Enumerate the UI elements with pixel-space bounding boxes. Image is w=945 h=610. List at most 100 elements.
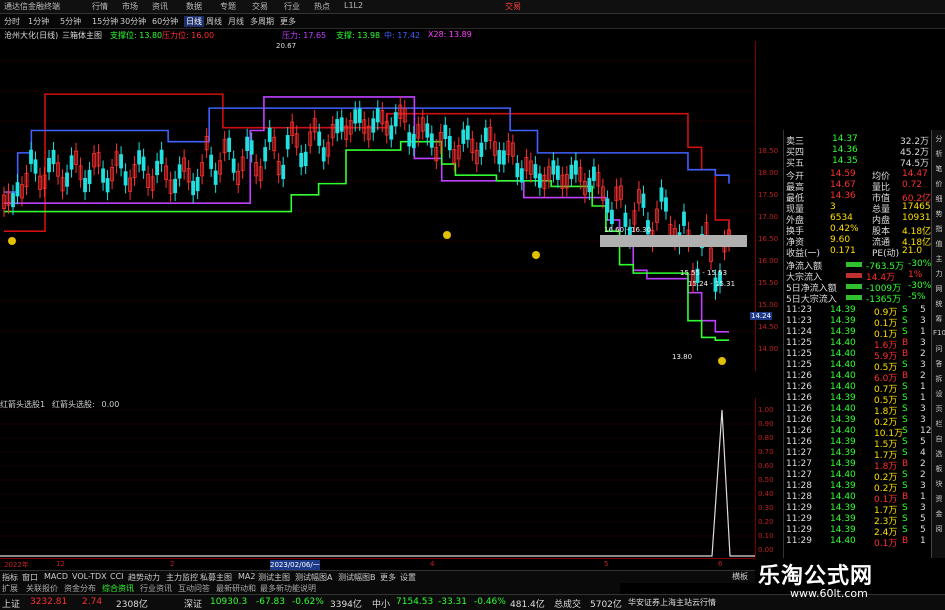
period-tab-7[interactable]: 周线 [206,16,222,27]
period-tab-3[interactable]: 15分钟 [92,16,118,27]
tick-time: 11:24 [786,327,812,337]
candle-body [659,187,664,202]
side-tool-icon[interactable]: 块 [933,479,945,491]
ext-tab[interactable]: 最新研动和 [216,583,256,594]
period-tab-4[interactable]: 30分钟 [120,16,146,27]
side-tool-icon[interactable]: 笔 [933,164,945,176]
side-tool-icon[interactable]: 值 [933,239,945,251]
ext-tab[interactable]: 最多新功能说明 [260,583,316,594]
period-tab-5[interactable]: 60分钟 [152,16,178,27]
menu-item-4[interactable]: 专题 [220,1,236,12]
side-tool-icon[interactable]: 设 [933,389,945,401]
side-tool-icon[interactable]: 价 [933,179,945,191]
menu-item-7[interactable]: 热点 [314,1,330,12]
order-book-row[interactable]: 卖三 14.37 32.2万 [784,134,932,147]
ext-tab[interactable]: 行业资讯 [140,583,172,594]
tick-row: 11:27 14.39 1.8万 B 2 [784,459,932,472]
tick-time: 11:27 [786,448,812,458]
sz-index-label[interactable]: 深证 [184,597,202,610]
candle-body [69,155,74,170]
period-tab-6[interactable]: 日线 [184,16,204,27]
period-tab-8[interactable]: 月线 [228,16,244,27]
menu-item-6[interactable]: 行业 [284,1,300,12]
tick-side: S [902,327,908,337]
fund-flow-pct: -30% [908,259,932,269]
candle-body [141,156,146,171]
order-book-row[interactable]: 买四 14.36 45.2万 [784,145,932,158]
ext-tab[interactable]: 互动问答 [178,583,210,594]
tick-time: 11:29 [786,536,812,546]
period-tab-more[interactable]: 更多 [280,16,296,27]
side-tool-icon[interactable]: 选 [933,449,945,461]
side-tool-icon[interactable]: 分 [933,134,945,146]
side-tool-icon[interactable]: F10 [933,329,945,341]
menu-item-8[interactable]: L1L2 [344,1,363,10]
ext-tab[interactable]: 综合资讯 [102,583,134,594]
side-tool-icon[interactable]: 网 [933,284,945,296]
tick-row: 11:26 14.40 6.0万 B 2 [784,371,932,384]
smiley-marker-icon [718,357,726,365]
side-tool-icon[interactable]: 筹 [933,314,945,326]
menu-item-1[interactable]: 市场 [122,1,138,12]
candle-body [425,123,430,138]
tab-ma2[interactable]: MA2 [238,572,255,581]
side-tool-icon[interactable]: 问 [933,344,945,356]
tab-cci[interactable]: CCI [110,572,124,581]
tick-row: 11:29 14.39 2.4万 S 5 [784,525,932,538]
ext-tab[interactable]: 资金分布 [64,583,96,594]
y-tick: 0.50 [758,476,774,484]
candle-body [447,136,452,151]
y-tick: 0.40 [758,490,774,498]
candle-body [573,160,578,175]
mode-label[interactable]: 横板 [732,571,748,582]
app-title: 通达信金融终端 [4,2,60,11]
period-tab-1[interactable]: 1分钟 [28,16,49,27]
side-tool-icon[interactable]: 力 [933,269,945,281]
menu-item-0[interactable]: 行情 [92,1,108,12]
main-kline-chart[interactable] [0,41,755,371]
tick-price: 14.40 [830,536,856,546]
side-tool-icon[interactable]: 势 [933,209,945,221]
sub-indicator-chart[interactable] [0,398,755,558]
period-tab-0[interactable]: 分时 [4,16,20,27]
tick-price: 14.40 [830,349,856,359]
candle-body [83,177,87,193]
menu-item-5[interactable]: 交易 [252,1,268,12]
period-tab-9[interactable]: 多周期 [250,16,274,27]
side-tool-icon[interactable]: 自 [933,434,945,446]
sh-index-label[interactable]: 上证 [2,597,20,610]
menu-item-3[interactable]: 数据 [186,1,202,12]
period-tab-2[interactable]: 5分钟 [60,16,81,27]
ext-tab[interactable]: 关联报价 [26,583,58,594]
side-tool-icon[interactable]: 栏 [933,419,945,431]
side-tool-icon[interactable]: 金 [933,509,945,521]
candle-body [11,192,15,208]
candle-body [249,140,254,155]
y-tick: 17.00 [758,213,779,221]
side-tool-icon[interactable]: 答 [933,359,945,371]
tab-macd[interactable]: MACD [44,572,68,581]
side-tool-icon[interactable]: 板 [933,464,945,476]
tick-price: 14.40 [830,360,856,370]
side-tool-icon[interactable]: 页 [933,404,945,416]
trade-button[interactable]: 交易 [505,1,521,12]
side-tool-icon[interactable]: 细 [933,194,945,206]
tick-row: 11:26 14.39 0.5万 S 1 [784,393,932,406]
candle-body [227,137,232,152]
side-tool-icon[interactable]: 阅 [933,524,945,536]
stat-label: PE(动) [872,249,900,259]
tab-vol[interactable]: VOL-TDX [72,572,107,581]
zx-index-label[interactable]: 中小 [372,597,390,610]
side-tool-icon[interactable]: 资 [933,494,945,506]
menu-item-2[interactable]: 资讯 [152,1,168,12]
candle-body [47,157,51,173]
purple-line [4,96,729,333]
indicator-name[interactable]: 三箱体主图 [62,30,102,41]
ext-tab[interactable]: 扩展 [2,583,18,594]
side-tool-icon[interactable]: 主 [933,254,945,266]
side-tool-icon[interactable]: 拆 [933,374,945,386]
order-book-row[interactable]: 买五 14.35 74.5万 [784,156,932,169]
side-tool-icon[interactable]: 析 [933,149,945,161]
side-tool-icon[interactable]: 统 [933,299,945,311]
side-tool-icon[interactable]: 指 [933,224,945,236]
